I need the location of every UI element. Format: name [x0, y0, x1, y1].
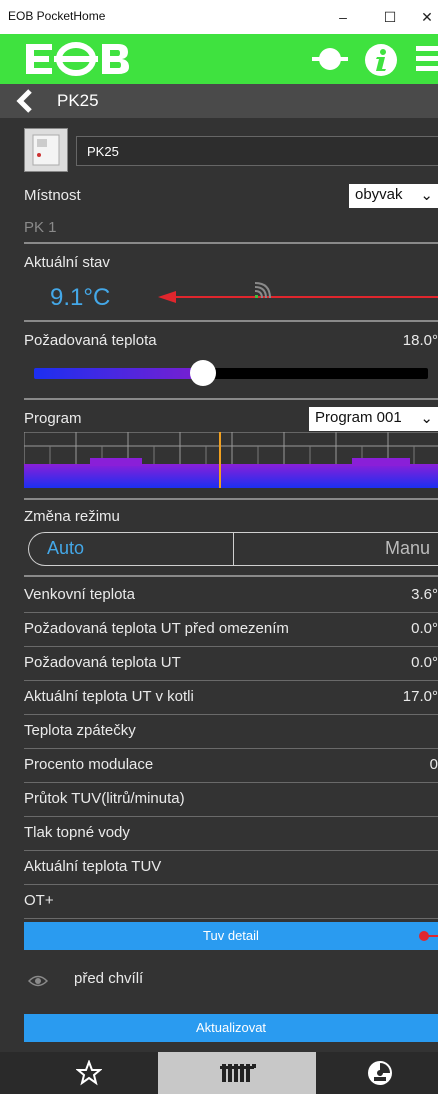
divider — [24, 498, 438, 500]
close-button[interactable]: ✕ — [416, 4, 438, 30]
divider — [24, 398, 438, 400]
tab-radiators[interactable] — [158, 1052, 316, 1094]
info-row-label: Aktuální teplota TUV — [24, 858, 162, 875]
mode-auto-button[interactable]: Auto — [47, 538, 84, 559]
row-divider — [24, 748, 438, 749]
tuv-detail-label: Tuv detail — [203, 928, 259, 943]
refresh-label: Aktualizovat — [195, 1020, 267, 1035]
room-label: Místnost — [24, 187, 81, 204]
menu-icon[interactable] — [414, 43, 438, 75]
info-row-value: 0.0° — [411, 620, 438, 637]
room-select[interactable]: obyvak ⌄ — [348, 183, 438, 209]
tab-favorites[interactable] — [0, 1052, 158, 1094]
room-sublabel: PK 1 — [24, 219, 57, 236]
info-row-value: 3.6° — [411, 586, 438, 603]
info-row-label: Požadovaná teplota UT — [24, 654, 181, 671]
divider — [24, 242, 438, 244]
mode-manu-button[interactable]: Manu — [385, 538, 430, 559]
info-row-value: 0.0° — [411, 654, 438, 671]
info-row-label: OT+ — [24, 892, 54, 909]
sub-header: PK25 — [0, 84, 438, 118]
divider — [24, 575, 438, 577]
red-arrow-icon — [158, 291, 438, 303]
mode-segmented-control: Auto Manu — [28, 532, 438, 566]
divider — [24, 320, 438, 322]
slider-thumb[interactable] — [190, 360, 217, 386]
red-dot-icon — [419, 931, 438, 941]
row-divider — [24, 714, 438, 715]
radiator-icon — [220, 1064, 256, 1082]
star-icon — [76, 1060, 102, 1086]
info-row-label: Tlak topné vody — [24, 824, 130, 841]
info-row-value: 17.0° — [402, 688, 438, 705]
row-divider — [24, 646, 438, 647]
eob-logo — [26, 42, 129, 76]
temperature-slider[interactable] — [0, 358, 438, 388]
program-select[interactable]: Program 001 ⌄ — [308, 406, 438, 432]
info-row-label: Procento modulace — [24, 756, 154, 773]
program-select-value: Program 001 — [315, 409, 402, 426]
desired-temperature-value: 18.0° — [402, 332, 438, 349]
info-row-label: Průtok TUV(litrů/minuta) — [24, 790, 185, 807]
status-label: Aktuální stav — [24, 254, 110, 271]
last-seen-text: před chvílí — [74, 970, 144, 987]
signal-icon — [254, 282, 271, 299]
row-divider — [24, 680, 438, 681]
info-row-label: Venkovní teplota — [24, 586, 135, 603]
target-icon[interactable] — [312, 43, 348, 75]
row-divider — [24, 884, 438, 885]
tab-gauge[interactable] — [316, 1052, 438, 1094]
device-image-icon — [32, 134, 60, 166]
app-header — [0, 34, 438, 84]
back-arrow-icon[interactable] — [14, 89, 34, 113]
row-divider — [24, 918, 438, 919]
tuv-detail-button[interactable]: Tuv detail — [24, 922, 438, 950]
row-divider — [24, 782, 438, 783]
row-divider — [24, 816, 438, 817]
slider-fill — [34, 368, 204, 379]
page-title: PK25 — [57, 91, 99, 110]
window-title: EOB PocketHome — [8, 9, 106, 23]
info-icon[interactable] — [364, 43, 398, 77]
refresh-button[interactable]: Aktualizovat — [24, 1014, 438, 1042]
slider-track — [203, 368, 428, 379]
window-titlebar: EOB PocketHome – ☐ ✕ — [0, 0, 438, 34]
program-schedule-chart[interactable] — [24, 432, 438, 488]
gauge-icon — [368, 1061, 392, 1085]
eye-icon — [28, 975, 48, 987]
row-divider — [24, 612, 438, 613]
device-thumbnail[interactable] — [24, 128, 68, 172]
info-row-value: 0 — [429, 756, 438, 773]
chevron-down-icon: ⌄ — [420, 187, 433, 204]
device-name-field[interactable]: PK25 — [76, 136, 438, 166]
mode-label: Změna režimu — [24, 508, 120, 525]
bottom-tab-bar — [0, 1052, 438, 1094]
current-temperature: 9.1°C — [50, 284, 111, 311]
info-row-label: Požadovaná teplota UT před omezením — [24, 620, 289, 637]
info-row-label: Aktuální teplota UT v kotli — [24, 688, 194, 705]
maximize-button[interactable]: ☐ — [374, 4, 406, 30]
chevron-down-icon: ⌄ — [420, 410, 433, 427]
info-row-label: Teplota zpátečky — [24, 722, 136, 739]
segment-divider — [233, 533, 234, 565]
desired-temperature-label: Požadovaná teplota — [24, 332, 157, 349]
row-divider — [24, 850, 438, 851]
room-select-value: obyvak — [355, 186, 403, 203]
minimize-button[interactable]: – — [327, 4, 359, 30]
program-label: Program — [24, 410, 82, 427]
